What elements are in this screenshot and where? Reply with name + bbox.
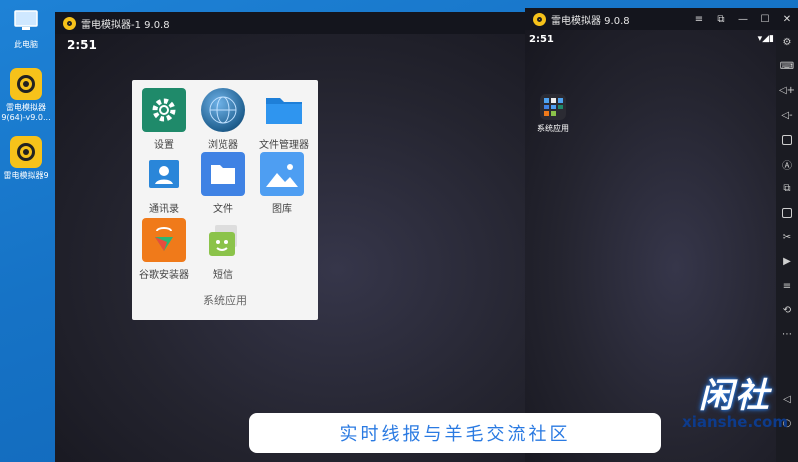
app-files[interactable]: 文件 [193,152,253,215]
volume-up-icon[interactable]: ◁+ [776,79,798,103]
watermark-logo: 闲社 [699,376,772,416]
desktop-icon-ldplayer-64[interactable]: 雷电模拟器 9(64)-v9.0... [0,68,52,123]
app-label: 图库 [272,204,292,215]
desktop-icon-label: 雷电模拟器 [6,103,46,112]
ldplayer-logo-icon [533,12,546,26]
status-clock: 2:51 [67,38,97,52]
app-folder-popup: 设置 浏览器 文件管理器 通讯录 文件 图库 谷歌安装器 短信 系统应用 [132,80,318,320]
minimize-icon[interactable]: — [732,8,754,30]
apk-icon[interactable] [776,201,798,225]
keyboard-icon[interactable]: ⌨ [776,54,798,78]
gallery-icon [260,152,304,196]
desktop-icon-ldplayer-9[interactable]: 雷电模拟器9 [0,136,52,181]
folder-icon [540,94,566,120]
record-icon[interactable]: ▶ [776,250,798,274]
rotate-icon[interactable]: ⟲ [776,298,798,322]
gear-icon[interactable]: ⚙ [776,30,798,54]
menu-icon[interactable]: ≡ [688,8,710,30]
ldplayer-icon [10,68,42,100]
cut-icon[interactable]: ✂ [776,225,798,249]
app-contacts[interactable]: 通讯录 [134,152,194,215]
app-label: 浏览器 [208,140,238,151]
desktop-icon-label: 雷电模拟器9 [3,171,49,180]
more-icon[interactable]: ⋯ [776,323,798,347]
app-messages[interactable]: 短信 [193,218,253,281]
close-icon[interactable]: ✕ [776,8,798,30]
window-titlebar[interactable]: 雷电模拟器 9.0.8 ≡ ⧉ — ☐ ✕ [525,8,798,30]
app-label: 短信 [213,270,233,281]
app-label: 文件管理器 [259,140,309,151]
app-google-installer[interactable]: 谷歌安装器 [134,218,194,281]
app-settings[interactable]: 设置 [134,88,194,151]
home-folder-system-apps[interactable]: 系统应用 [533,94,573,134]
app-label: 通讯录 [149,204,179,215]
screenshot-icon[interactable] [776,128,798,152]
desktop-icon-sublabel: 9(64)-v9.0... [1,113,51,122]
folder-name[interactable]: 系统应用 [132,292,318,308]
app-file-manager[interactable]: 文件管理器 [252,88,316,151]
folder-icon [262,88,306,132]
home-icon-label: 系统应用 [537,124,569,133]
window-title: 雷电模拟器-1 9.0.8 [81,19,170,31]
app-browser[interactable]: 浏览器 [193,88,253,151]
app-gallery[interactable]: 图库 [252,152,312,215]
macro-icon[interactable]: Ⓐ [776,152,798,176]
settings-icon [142,88,186,132]
globe-icon [201,88,245,132]
ldplayer-icon [10,136,42,168]
emulator-window-1: 雷电模拟器-1 9.0.8 2:51 设置 浏览器 文件管理器 通讯录 文件 图… [55,12,525,462]
window-controls: ≡ ⧉ — ☐ ✕ [688,8,798,30]
window-titlebar[interactable]: 雷电模拟器-1 9.0.8 [55,12,525,34]
google-installer-icon [142,218,186,262]
sync-window-icon[interactable]: ⧉ [710,8,732,30]
files-icon [201,152,245,196]
site-watermark: 闲社 xianshe.com [682,368,788,431]
volume-down-icon[interactable]: ◁- [776,103,798,127]
app-label: 设置 [154,140,174,151]
android-screen[interactable]: 2:51 设置 浏览器 文件管理器 通讯录 文件 图库 谷歌安装器 短信 系统应… [55,34,525,462]
watermark-url: xianshe.com [682,413,788,431]
app-label: 谷歌安装器 [139,270,189,281]
window-title: 雷电模拟器 9.0.8 [551,15,630,27]
promo-banner: 实时线报与羊毛交流社区 [249,413,661,453]
computer-icon [10,5,42,37]
contacts-icon [142,152,186,196]
messages-icon [201,218,245,262]
desktop-icon-this-pc[interactable]: 此电脑 [0,5,52,50]
maximize-icon[interactable]: ☐ [754,8,776,30]
ldplayer-logo-icon [63,16,76,30]
app-label: 文件 [213,204,233,215]
status-icons: ▾◢▮ [757,34,774,44]
shake-icon[interactable]: ≡ [776,274,798,298]
desktop-icon-label: 此电脑 [14,40,38,49]
multi-window-icon[interactable]: ⧉ [776,176,798,200]
status-clock: 2:51 [529,34,554,45]
